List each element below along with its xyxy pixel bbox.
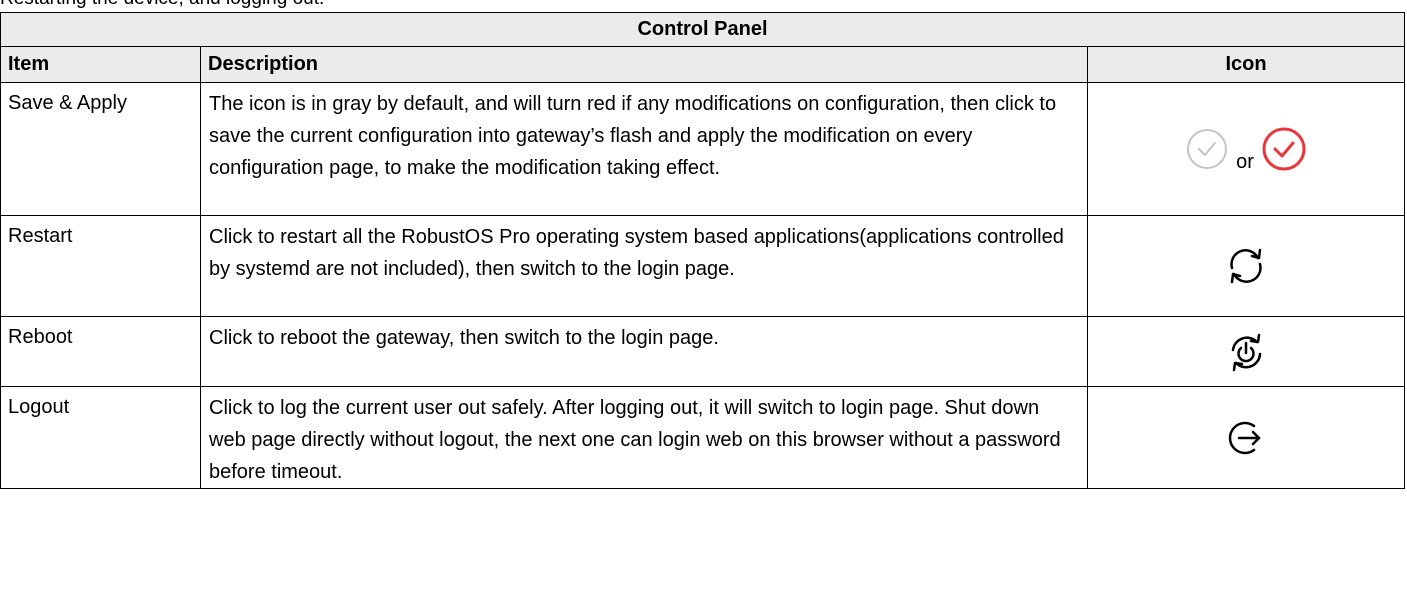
intro-text: Restarting the device, and logging out. [0, 0, 324, 10]
icon-separator-or: or [1236, 151, 1254, 174]
row-description: Click to log the current user out safely… [200, 386, 1088, 489]
row-item-label: Logout [0, 386, 201, 489]
column-header-description: Description [200, 46, 1088, 83]
row-icon-cell [1087, 215, 1405, 317]
row-item-label: Reboot [0, 316, 201, 387]
column-header-item: Item [0, 46, 201, 83]
table-title-row: Control Panel [0, 12, 1405, 47]
reboot-icon [1224, 330, 1268, 374]
row-item-label: Restart [0, 215, 201, 317]
table-row: Restart Click to restart all the RobustO… [0, 215, 1405, 317]
table-title: Control Panel [0, 12, 1405, 47]
control-panel-table: Control Panel Item Description Icon Save… [0, 12, 1405, 489]
table-row: Save & Apply The icon is in gray by defa… [0, 82, 1405, 216]
row-description: The icon is in gray by default, and will… [200, 82, 1088, 216]
row-description: Click to restart all the RobustOS Pro op… [200, 215, 1088, 317]
table-row: Logout Click to log the current user out… [0, 386, 1405, 489]
check-circle-gray-icon [1185, 127, 1229, 171]
row-icon-cell: or [1087, 82, 1405, 216]
table-header-row: Item Description Icon [0, 46, 1405, 83]
row-icon-cell [1087, 386, 1405, 489]
check-circle-red-icon [1261, 126, 1307, 172]
logout-icon [1224, 416, 1268, 460]
row-item-label: Save & Apply [0, 82, 201, 216]
restart-icon [1224, 244, 1268, 288]
row-icon-cell [1087, 316, 1405, 387]
table-row: Reboot Click to reboot the gateway, then… [0, 316, 1405, 387]
row-description: Click to reboot the gateway, then switch… [200, 316, 1088, 387]
column-header-icon: Icon [1087, 46, 1405, 83]
